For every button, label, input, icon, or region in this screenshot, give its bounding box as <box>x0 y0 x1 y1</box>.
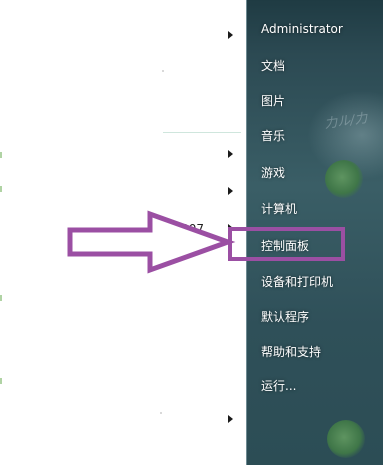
submenu-arrow-icon[interactable] <box>228 415 233 423</box>
annotation-arrow-icon <box>67 210 236 274</box>
menu-separator <box>163 132 241 133</box>
menu-item-help-support[interactable]: 帮助和支持 <box>261 343 321 360</box>
menu-item-documents[interactable]: 文档 <box>261 57 285 74</box>
background-blob <box>325 160 363 198</box>
highlight-box <box>228 227 345 261</box>
menu-item-games[interactable]: 游戏 <box>261 164 285 181</box>
submenu-arrow-icon[interactable] <box>228 31 233 39</box>
submenu-arrow-icon[interactable] <box>228 187 233 195</box>
edge-mark <box>0 186 2 192</box>
menu-item-music[interactable]: 音乐 <box>261 127 285 144</box>
menu-item-computer[interactable]: 计算机 <box>261 200 297 217</box>
background-ghost-text: 力ル/力 <box>323 111 369 132</box>
menu-item-default-programs[interactable]: 默认程序 <box>261 308 309 325</box>
edge-mark <box>0 295 2 301</box>
menu-item-devices-printers[interactable]: 设备和打印机 <box>261 273 333 290</box>
decorative-dot <box>160 412 162 414</box>
submenu-arrow-icon[interactable] <box>228 150 233 158</box>
decorative-dot <box>162 70 164 72</box>
menu-item-pictures[interactable]: 图片 <box>261 92 285 109</box>
menu-item-run[interactable]: 运行... <box>261 377 296 394</box>
background-blob <box>327 420 365 458</box>
edge-mark <box>0 152 2 158</box>
edge-mark <box>0 378 2 384</box>
menu-item-administrator[interactable]: Administrator <box>261 22 343 36</box>
